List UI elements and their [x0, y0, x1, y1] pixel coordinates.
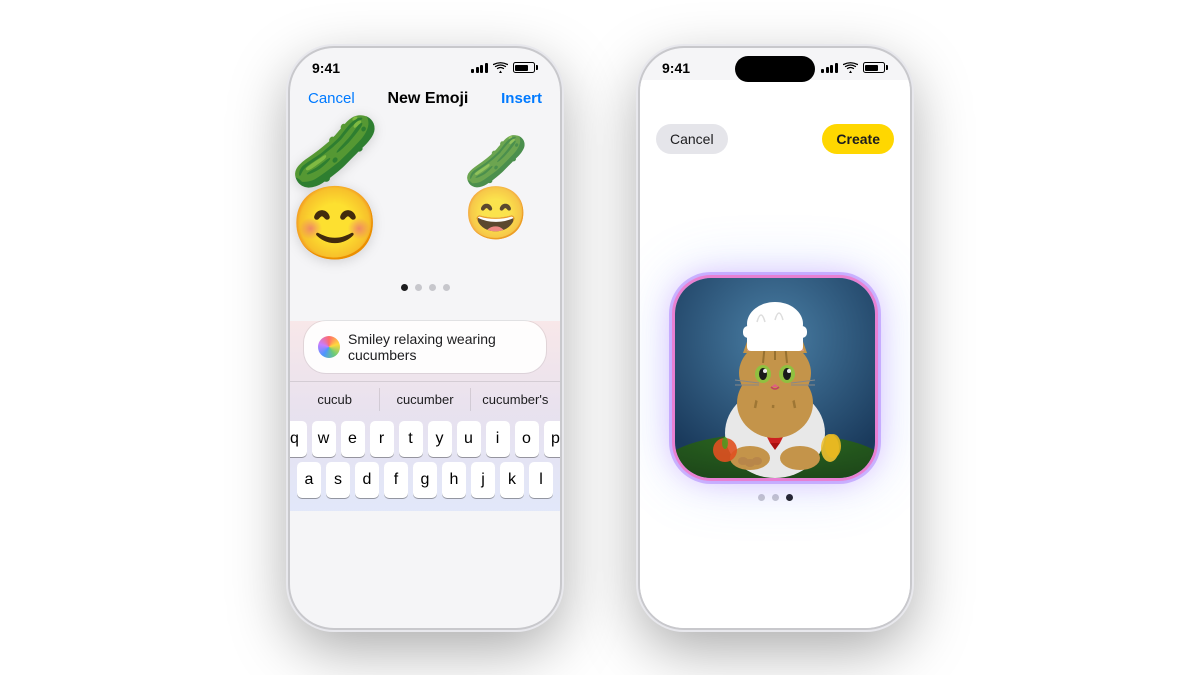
key-f[interactable]: f: [384, 462, 408, 498]
cancel-button[interactable]: Cancel: [308, 90, 355, 107]
insert-button[interactable]: Insert: [501, 90, 542, 107]
sticker-screen: Cancel Create: [640, 80, 910, 628]
nav-bar: Cancel New Emoji Insert: [290, 80, 560, 116]
search-input-text[interactable]: Smiley relaxing wearing cucumbers: [348, 331, 532, 363]
wifi-icon-2: [843, 62, 858, 73]
sticker-dot-3[interactable]: [786, 494, 793, 501]
key-r[interactable]: r: [370, 421, 394, 457]
emoji-display-area: 🥒😊 🥒😄: [290, 116, 560, 311]
autocomplete-item-2[interactable]: cucumber: [380, 388, 470, 411]
autocomplete-item-3[interactable]: cucumber's: [471, 388, 560, 411]
key-i[interactable]: i: [486, 421, 510, 457]
key-d[interactable]: d: [355, 462, 379, 498]
key-k[interactable]: k: [500, 462, 524, 498]
page-dot-4[interactable]: [443, 284, 450, 291]
sticker-canvas: [640, 162, 910, 628]
cat-image: [675, 278, 875, 478]
emoji-main[interactable]: 🥒😊: [290, 116, 424, 260]
screen-title: New Emoji: [387, 90, 468, 108]
page-dot-3[interactable]: [429, 284, 436, 291]
emoji-row: 🥒😊 🥒😄: [290, 116, 560, 260]
nav-bar-2: Cancel Create: [640, 80, 910, 162]
key-l[interactable]: l: [529, 462, 553, 498]
autocomplete-item-1[interactable]: cucub: [290, 388, 380, 411]
page-dot-1[interactable]: [401, 284, 408, 291]
phone-1: 9:41 Cancel New Emoji Inser: [290, 48, 560, 628]
status-time: 9:41: [312, 60, 340, 76]
key-e[interactable]: e: [341, 421, 365, 457]
cancel-button-2[interactable]: Cancel: [656, 124, 728, 154]
wifi-icon: [493, 62, 508, 73]
sticker-frame[interactable]: [675, 278, 875, 478]
sticker-dot-2[interactable]: [772, 494, 779, 501]
page-dot-2[interactable]: [415, 284, 422, 291]
status-icons-2: [821, 62, 888, 73]
status-bar: 9:41: [290, 48, 560, 80]
create-button[interactable]: Create: [822, 124, 894, 154]
genmoji-icon: [318, 336, 340, 358]
signal-icon-2: [821, 63, 838, 73]
key-j[interactable]: j: [471, 462, 495, 498]
battery-icon: [513, 62, 539, 73]
emoji-screen: Cancel New Emoji Insert 🥒😊 🥒😄 Smiley rel…: [290, 80, 560, 511]
key-q[interactable]: q: [290, 421, 307, 457]
page-dots: [401, 284, 450, 291]
sticker-dot-1[interactable]: [758, 494, 765, 501]
key-h[interactable]: h: [442, 462, 466, 498]
key-p[interactable]: p: [544, 421, 561, 457]
status-time-2: 9:41: [662, 60, 690, 76]
signal-icon: [471, 63, 488, 73]
emoji-secondary[interactable]: 🥒😄: [464, 136, 560, 240]
search-bar[interactable]: Smiley relaxing wearing cucumbers: [304, 321, 546, 373]
page-dots-2: [758, 494, 793, 501]
key-g[interactable]: g: [413, 462, 437, 498]
chef-cat-illustration: [675, 278, 875, 478]
status-icons: [471, 62, 538, 73]
key-row-2: a s d f g h j k l: [298, 462, 552, 498]
key-a[interactable]: a: [297, 462, 321, 498]
key-s[interactable]: s: [326, 462, 350, 498]
key-o[interactable]: o: [515, 421, 539, 457]
key-u[interactable]: u: [457, 421, 481, 457]
dynamic-island: [735, 56, 815, 82]
keyboard-area: Smiley relaxing wearing cucumbers cucub …: [290, 321, 560, 511]
key-w[interactable]: w: [312, 421, 336, 457]
autocomplete-row: cucub cucumber cucumber's: [290, 381, 560, 417]
keyboard: q w e r t y u i o p a s d f g h: [290, 417, 560, 511]
battery-icon-2: [863, 62, 889, 73]
key-t[interactable]: t: [399, 421, 423, 457]
phone-2: 9:41 Cancel Create: [640, 48, 910, 628]
key-y[interactable]: y: [428, 421, 452, 457]
key-row-1: q w e r t y u i o p: [298, 421, 552, 457]
